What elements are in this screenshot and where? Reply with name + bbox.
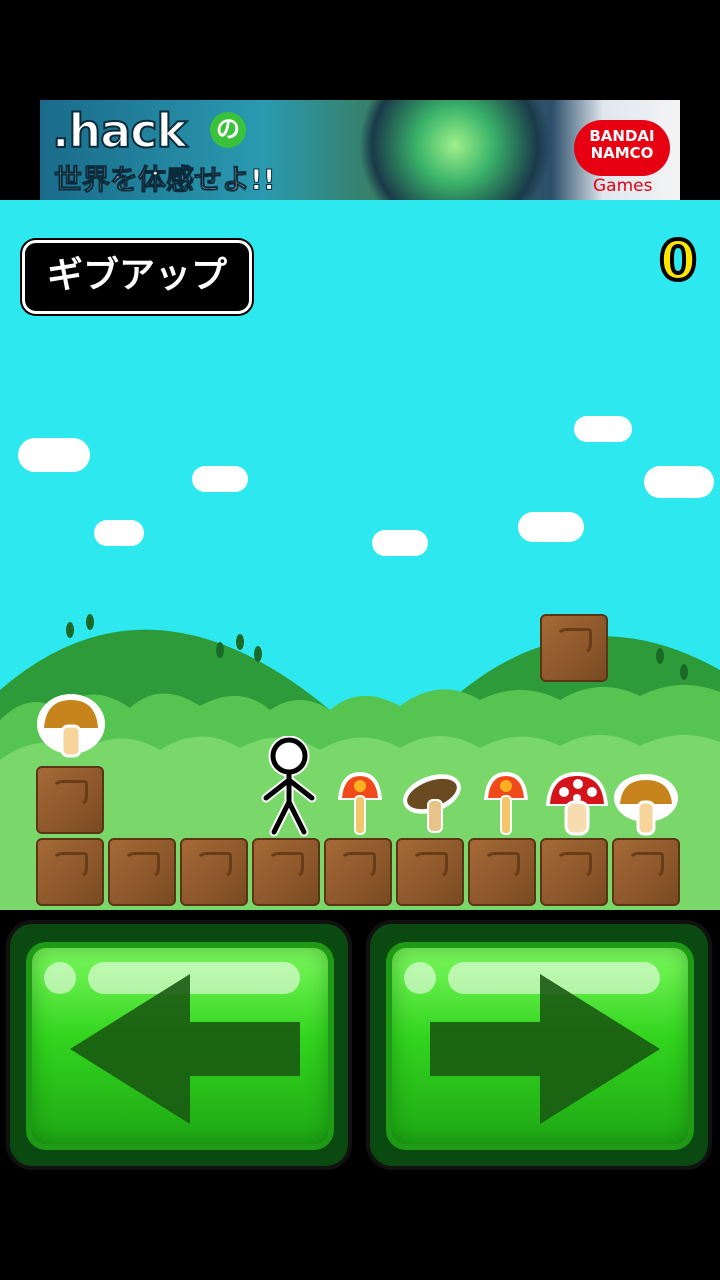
ground-block [324, 838, 392, 906]
stick-figure-player [261, 736, 317, 837]
orange-mushroom [338, 772, 382, 835]
orange-mushroom [484, 772, 528, 835]
raised-dirt-block [36, 766, 104, 834]
ground-block [468, 838, 536, 906]
floating-dirt-block [540, 614, 608, 682]
brown-mushroom [37, 694, 105, 758]
cloud [574, 416, 632, 442]
ad-tagline: 世界を体感せよ!! [54, 163, 277, 197]
ground-block [396, 838, 464, 906]
shiitake-mushroom [403, 774, 461, 833]
ad-brand-logo: BANDAI NAMCO [574, 120, 670, 176]
brown-mushroom [614, 774, 678, 836]
ad-brand-sub: Games [593, 176, 653, 196]
move-left-button[interactable] [6, 920, 352, 1170]
score-counter: 0 [657, 229, 699, 292]
ad-banner[interactable]: .hack の 世界を体感せよ!! BANDAI NAMCO Games [40, 100, 680, 200]
move-right-button[interactable] [366, 920, 712, 1170]
cloud [372, 530, 428, 556]
ad-title-suffix: の [210, 112, 246, 148]
ground-block [540, 838, 608, 906]
give-up-button[interactable]: ギブアップ [22, 240, 252, 314]
cloud [192, 466, 248, 492]
left-arrow-icon [70, 974, 300, 1124]
ad-character-image [340, 100, 570, 200]
ground-block [612, 838, 680, 906]
red-spotted-mushroom [546, 772, 608, 836]
ground-block [108, 838, 176, 906]
ground-block [252, 838, 320, 906]
ground-block [36, 838, 104, 906]
ground-block [180, 838, 248, 906]
cloud [94, 520, 144, 546]
ad-title: .hack [51, 103, 188, 159]
cloud [518, 512, 584, 542]
right-arrow-icon [430, 974, 660, 1124]
cloud [644, 466, 714, 498]
cloud [18, 438, 90, 472]
